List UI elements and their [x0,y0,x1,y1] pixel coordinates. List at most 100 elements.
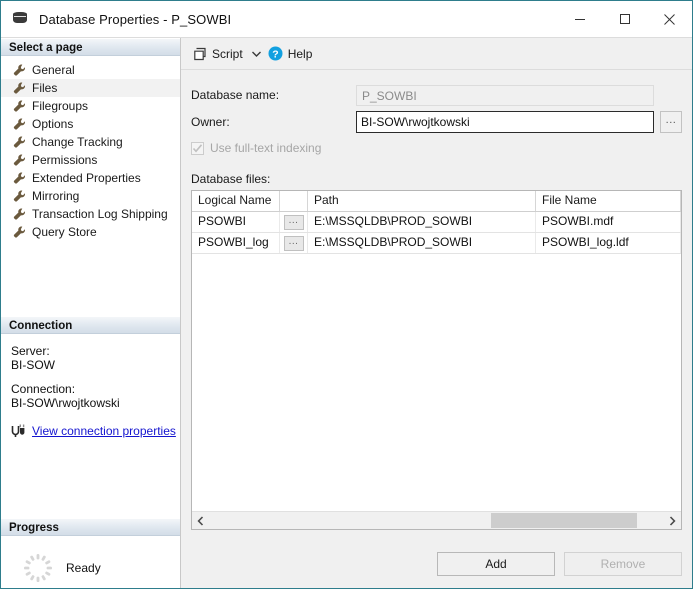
script-icon [194,47,207,61]
database-files-caption: Database files: [191,172,271,186]
main-pane: Script ? Help Database name: P_SOWBI Own… [181,38,692,588]
row-browse-button[interactable]: ... [283,235,304,251]
sidebar-item-change-tracking[interactable]: Change Tracking [1,133,180,151]
sidebar-item-files[interactable]: Files [1,79,180,97]
row-browse-button[interactable]: ... [283,214,304,230]
sidebar-item-options[interactable]: Options [1,115,180,133]
database-properties-dialog: Database Properties - P_SOWBI Select a p… [0,0,693,589]
view-connection-properties-row[interactable]: View connection properties [11,424,180,438]
scroll-right-icon[interactable] [664,512,681,529]
sidebar-item-transaction-log-shipping[interactable]: Transaction Log Shipping [1,205,180,223]
sidebar-item-mirroring[interactable]: Mirroring [1,187,180,205]
sidebar-item-label: Query Store [32,225,97,239]
wrench-icon [13,225,27,239]
wrench-icon [13,153,27,167]
pane-body: Database name: P_SOWBI Owner: ... Use fu… [181,70,692,540]
wrench-icon [13,189,27,203]
wrench-icon [13,63,27,77]
cell-logical-name[interactable]: PSOWBI [192,212,280,232]
help-label: Help [287,46,313,61]
connection-value: BI-SOW\rwojtkowski [11,395,120,410]
owner-row: Owner: ... [191,111,682,133]
script-button[interactable]: Script [191,43,246,65]
scrollbar-thumb[interactable] [491,513,637,528]
progress-header: Progress [1,518,180,536]
wrench-icon [13,81,27,95]
database-name-row: Database name: P_SOWBI [191,84,682,106]
sidebar-item-label: Extended Properties [32,171,141,185]
help-icon: ? [268,46,283,61]
column-header-browse[interactable] [280,191,308,211]
owner-label: Owner: [191,115,230,129]
owner-browse-button[interactable]: ... [660,111,682,133]
connection-header: Connection [1,315,180,334]
help-button[interactable]: ? Help [265,43,316,65]
window-controls [557,1,692,37]
sidebar-item-label: Filegroups [32,99,89,113]
add-button[interactable]: Add [437,552,555,576]
wrench-icon [13,171,27,185]
wrench-icon [13,99,27,113]
pane-footer: Add Remove [181,540,692,588]
window-title: Database Properties - P_SOWBI [39,11,232,27]
sidebar-item-query-store[interactable]: Query Store [1,223,180,241]
cell-browse[interactable]: ... [280,233,308,253]
maximize-button[interactable] [602,1,647,37]
sidebar-item-label: Options [32,117,74,131]
cell-path[interactable]: E:\MSSQLDB\PROD_SOWBI [308,233,536,253]
table-row[interactable]: PSOWBI_log ... E:\MSSQLDB\PROD_SOWBI PSO… [192,233,681,254]
cell-browse[interactable]: ... [280,212,308,232]
sidebar-item-label: Mirroring [32,189,80,203]
database-name-label: Database name: [191,88,280,102]
sidebar-item-extended-properties[interactable]: Extended Properties [1,169,180,187]
cell-path[interactable]: E:\MSSQLDB\PROD_SOWBI [308,212,536,232]
sidebar-item-label: Permissions [32,153,98,167]
spinner-icon [23,553,53,583]
view-connection-properties-link[interactable]: View connection properties [32,424,176,438]
connection-label: Connection: [11,381,76,396]
sidebar-item-label: General [32,63,75,77]
sidebar-item-filegroups[interactable]: Filegroups [1,97,180,115]
grid-horizontal-scrollbar[interactable] [192,511,681,529]
script-label: Script [212,46,243,61]
grid-empty-area [192,254,681,511]
database-icon [12,10,30,28]
sidebar-item-label: Change Tracking [32,135,123,149]
scrollbar-track[interactable] [209,512,664,529]
table-row[interactable]: PSOWBI ... E:\MSSQLDB\PROD_SOWBI PSOWBI.… [192,212,681,233]
cell-logical-name[interactable]: PSOWBI_log [192,233,280,253]
column-header-path[interactable]: Path [308,191,536,211]
progress-info: Ready [1,536,180,588]
scroll-left-icon[interactable] [192,512,209,529]
connection-info: Server: BI-SOW Connection: BI-SOW\rwojtk… [1,334,180,444]
fulltext-indexing-row: Use full-text indexing [191,138,682,158]
sidebar-item-permissions[interactable]: Permissions [1,151,180,169]
sidebar-item-label: Files [32,81,58,95]
close-button[interactable] [647,1,692,37]
cell-file-name[interactable]: PSOWBI.mdf [536,212,681,232]
svg-text:?: ? [272,48,278,60]
fulltext-indexing-label: Use full-text indexing [210,141,322,155]
sidebar: Select a page General Files Filegroups O… [1,38,181,588]
minimize-button[interactable] [557,1,602,37]
page-list: General Files Filegroups Options Change … [1,56,180,316]
server-label: Server: [11,343,50,358]
wrench-icon [13,135,27,149]
dialog-content: Select a page General Files Filegroups O… [1,37,692,588]
sidebar-item-general[interactable]: General [1,61,180,79]
grid-header-row: Logical Name Path File Name [192,191,681,212]
progress-status: Ready [66,561,101,575]
owner-input[interactable] [356,111,654,133]
remove-button: Remove [564,552,682,576]
wrench-icon [13,117,27,131]
cell-file-name[interactable]: PSOWBI_log.ldf [536,233,681,253]
wrench-icon [13,207,27,221]
fulltext-indexing-checkbox [191,141,204,155]
script-dropdown-chevron-down-icon[interactable] [251,43,261,65]
database-files-grid: Logical Name Path File Name PSOWBI ... E… [191,190,682,530]
column-header-logical-name[interactable]: Logical Name [192,191,280,211]
select-page-header: Select a page [1,38,180,56]
column-header-file-name[interactable]: File Name [536,191,681,211]
toolbar: Script ? Help [181,38,692,70]
